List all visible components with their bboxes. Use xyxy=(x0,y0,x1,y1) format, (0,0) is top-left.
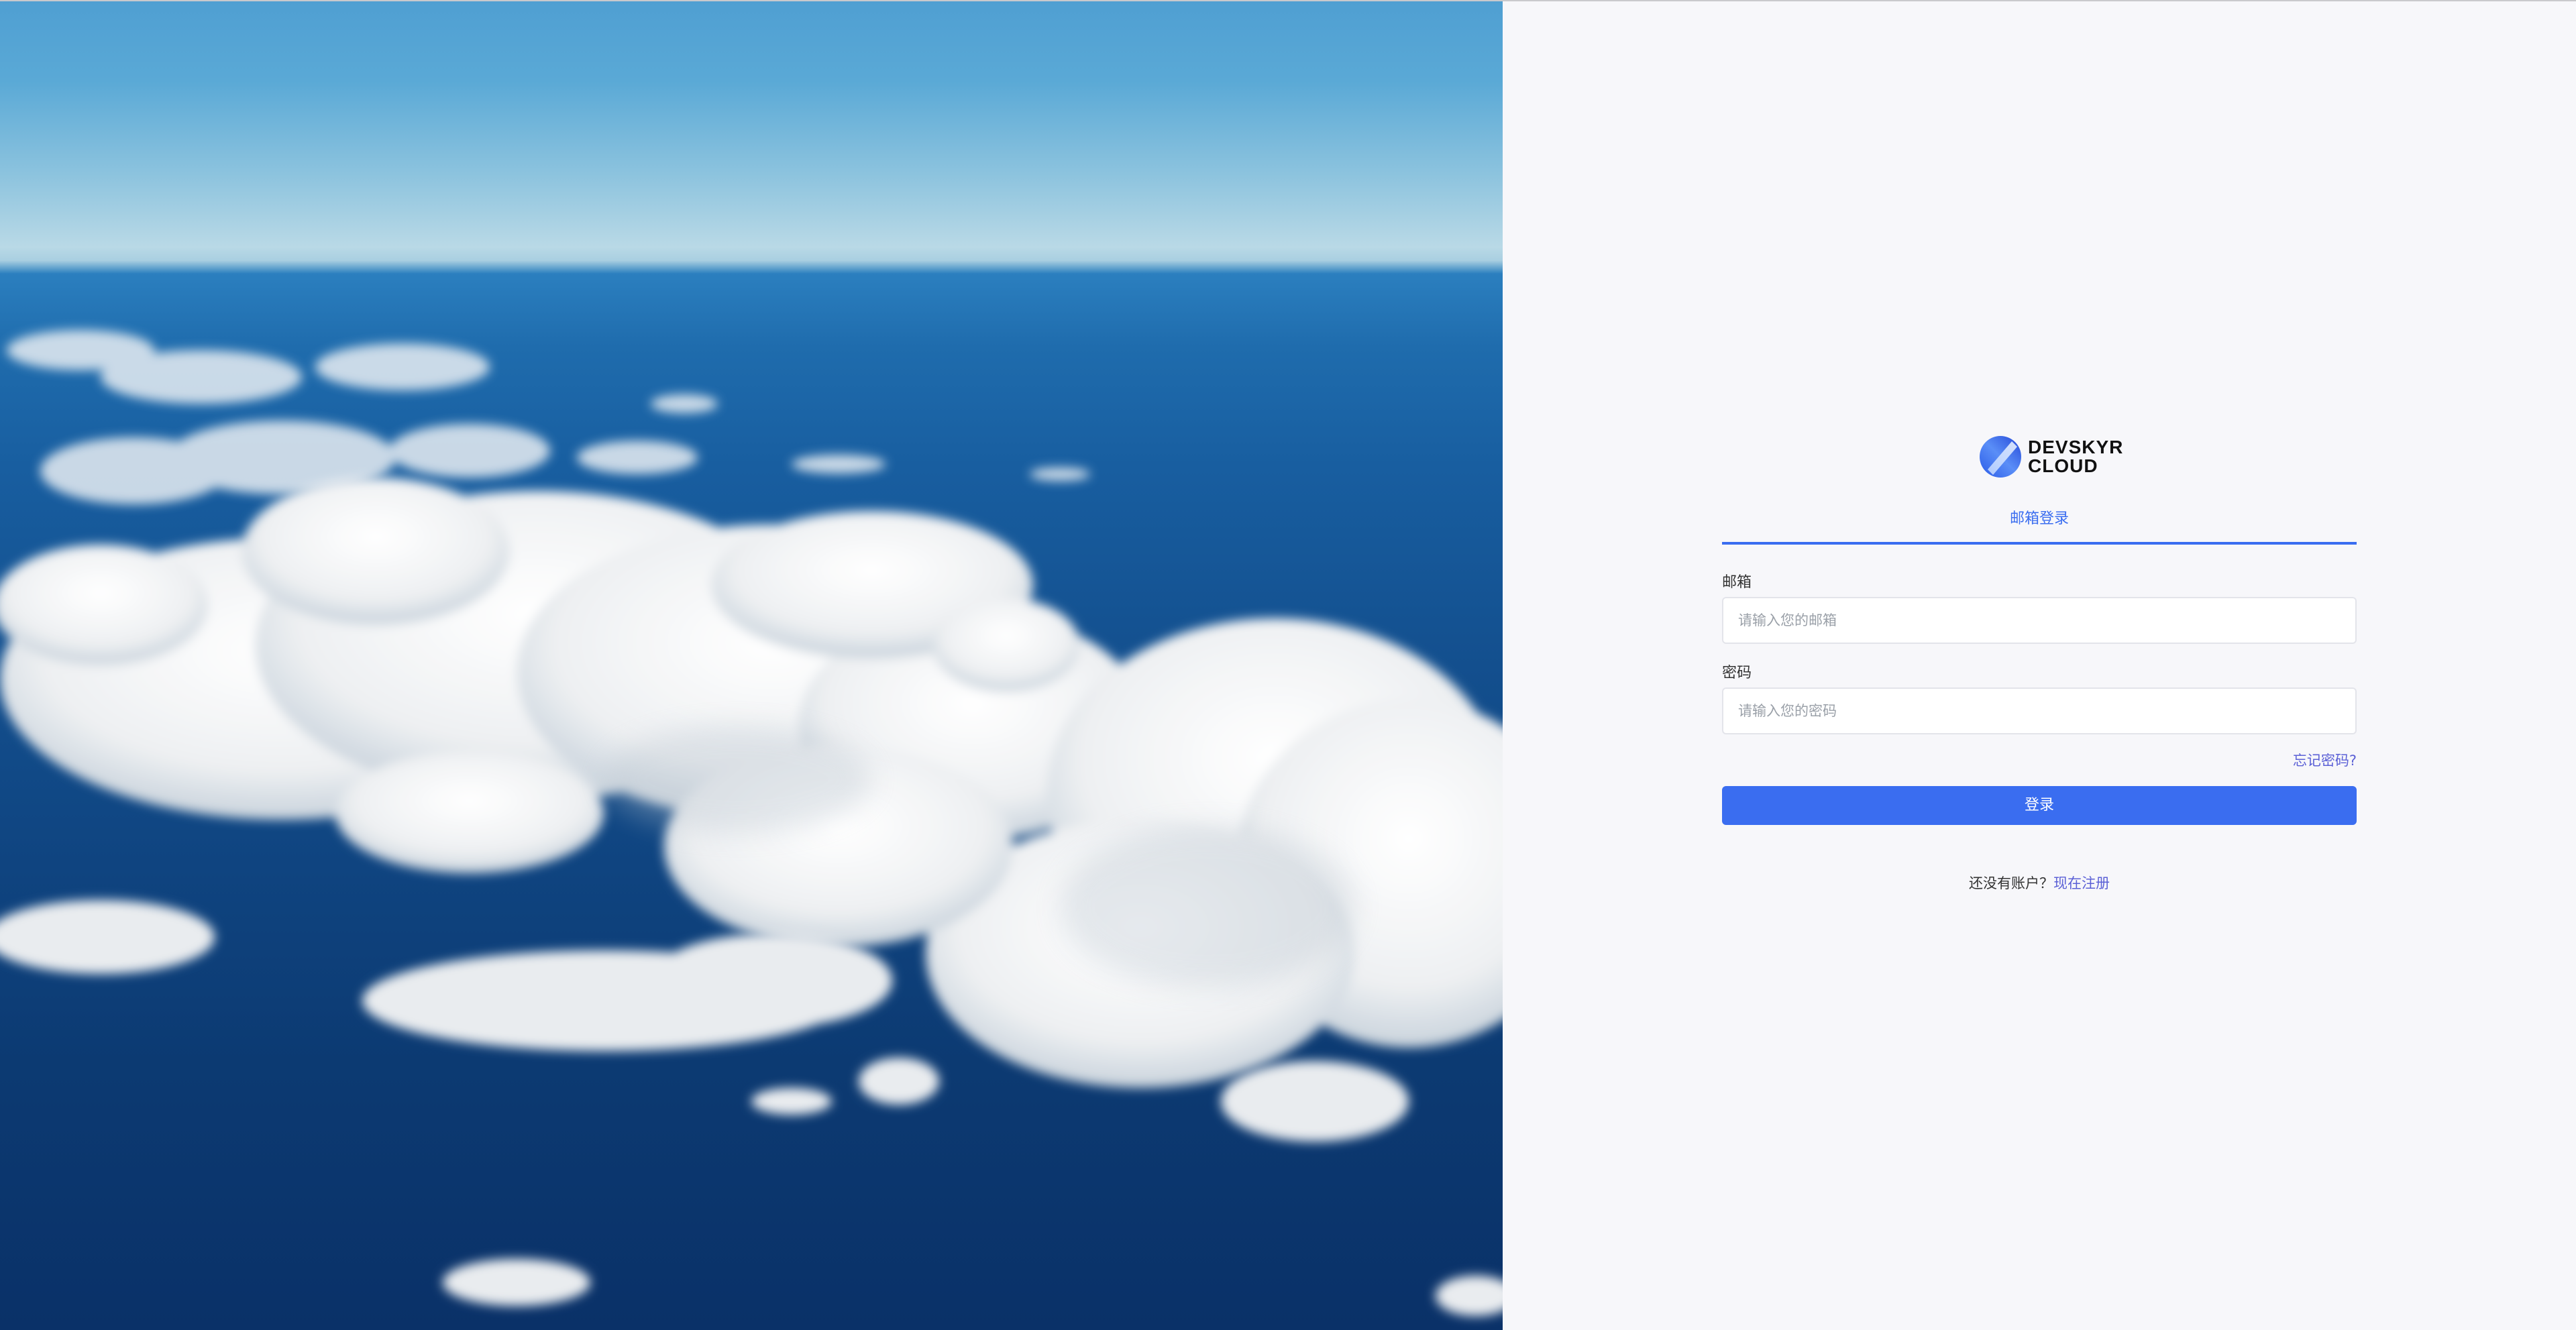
email-placeholder: 请输入您的邮箱 xyxy=(1738,612,1837,628)
email-label: 邮箱 xyxy=(1722,574,1752,591)
hero-background-image xyxy=(0,1,1503,1330)
login-panel: DEVSKYR CLOUD 邮箱登录 邮箱 请输入您的邮箱 密码 请输入您的密码… xyxy=(1503,1,2576,1330)
login-tabs: 邮箱登录 xyxy=(1722,506,2357,545)
brand-name: DEVSKYR CLOUD xyxy=(2028,438,2123,476)
brand-name-line2: CLOUD xyxy=(2028,455,2098,476)
password-label: 密码 xyxy=(1722,665,1752,681)
devskyr-logo-icon xyxy=(1980,436,2021,478)
register-prompt: 还没有账户？现在注册 xyxy=(1503,873,2576,893)
brand-name-line1: DEVSKYR xyxy=(2028,437,2124,457)
clouds-illustration xyxy=(0,330,1503,1316)
register-link[interactable]: 现在注册 xyxy=(2053,875,2110,891)
login-page: DEVSKYR CLOUD 邮箱登录 邮箱 请输入您的邮箱 密码 请输入您的密码… xyxy=(0,0,2576,1330)
tab-email-login[interactable]: 邮箱登录 xyxy=(1722,506,2357,533)
password-input[interactable]: 请输入您的密码 xyxy=(1722,687,2357,734)
brand-logo: DEVSKYR CLOUD xyxy=(1978,435,2123,479)
login-button[interactable]: 登录 xyxy=(1722,786,2357,825)
password-placeholder: 请输入您的密码 xyxy=(1738,703,1837,719)
no-account-text: 还没有账户？ xyxy=(1969,875,2053,891)
email-input[interactable]: 请输入您的邮箱 xyxy=(1722,597,2357,644)
forgot-password-link[interactable]: 忘记密码? xyxy=(2293,750,2357,770)
